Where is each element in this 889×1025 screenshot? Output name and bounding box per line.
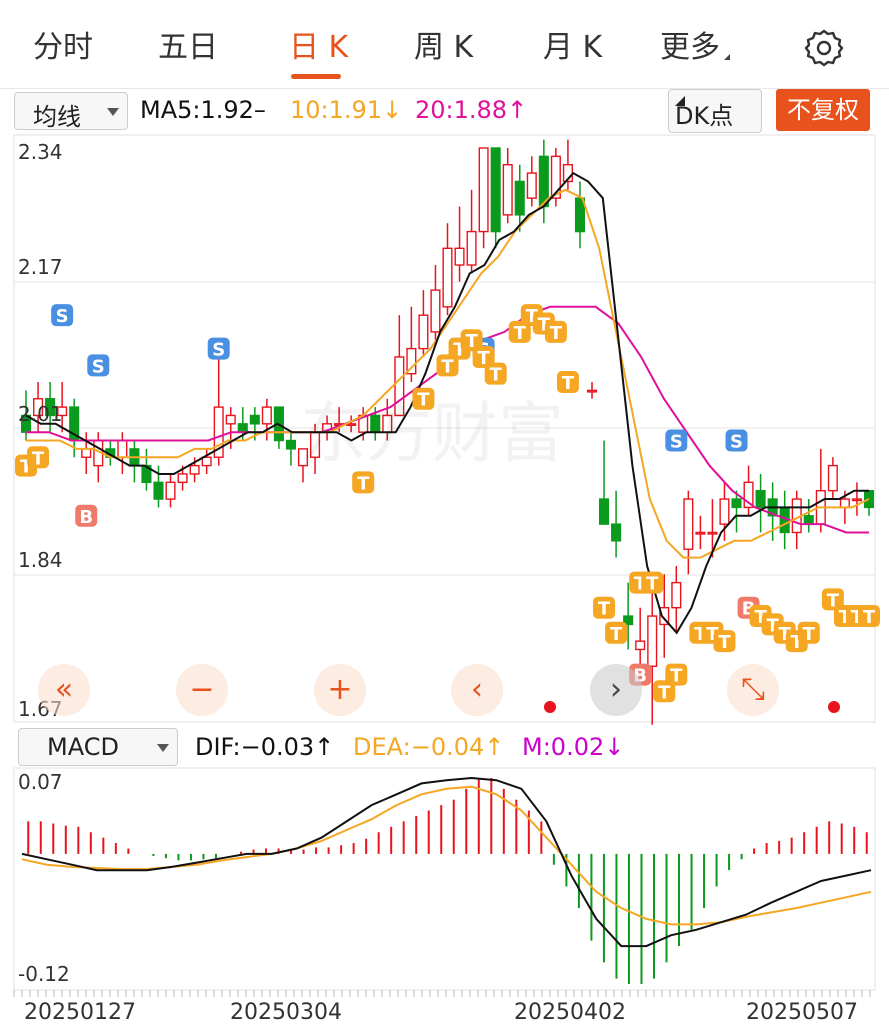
- candle-body: [526, 172, 537, 199]
- date-label: 20250127: [24, 1000, 136, 1025]
- t-marker-label: T: [646, 574, 659, 595]
- date-label: 20250304: [230, 1000, 342, 1025]
- candle-body: [611, 523, 622, 542]
- candle-body: [249, 414, 260, 425]
- t-marker-label: T: [610, 624, 623, 645]
- candle-body: [418, 314, 429, 350]
- kline-chart[interactable]: SSSSSSBBBTTTTTTTTTTTTTTTTTTTTTTTTTTTTTTT…: [0, 0, 889, 1024]
- price-axis-label: 2.17: [18, 255, 63, 279]
- candle-body: [574, 197, 586, 233]
- candle-body: [478, 147, 489, 233]
- candle-body: [514, 180, 525, 216]
- candle-body: [165, 481, 176, 500]
- candle-body: [707, 531, 718, 535]
- candle-body: [466, 230, 477, 266]
- candle-body: [635, 640, 646, 651]
- macd-select[interactable]: MACD: [18, 728, 178, 766]
- candle-body: [803, 515, 814, 525]
- candle-body: [683, 498, 694, 550]
- candle-body: [285, 439, 296, 450]
- scroll-right-button[interactable]: ›: [590, 664, 642, 716]
- macd-dea-value: DEA:−0.04↑: [353, 733, 505, 761]
- t-marker-label: T: [32, 448, 45, 469]
- macd-m-value: M:0.02↓: [522, 733, 625, 761]
- candle-body: [695, 531, 706, 535]
- candle-body: [586, 389, 598, 393]
- candle-body: [839, 498, 850, 509]
- t-marker-label: T: [670, 666, 683, 687]
- candle-body: [189, 464, 200, 475]
- candle-body: [731, 498, 742, 509]
- candle-body: [153, 481, 164, 500]
- t-marker-label: T: [803, 624, 816, 645]
- watermark-text: 东方财富: [300, 395, 564, 472]
- date-label: 20250402: [514, 1000, 626, 1025]
- scroll-far-left-button[interactable]: «: [38, 664, 90, 716]
- candle-body: [225, 414, 236, 425]
- candle-body: [177, 473, 188, 484]
- macd-dif-line: [21, 776, 872, 948]
- candle-body: [490, 147, 501, 233]
- macd-panel-frame: [13, 767, 876, 991]
- candle-body: [237, 423, 248, 433]
- sell-marker-label: S: [212, 340, 225, 361]
- macd-axis-label: 0.07: [18, 770, 63, 794]
- t-marker-label: T: [550, 323, 563, 344]
- candle-body: [201, 456, 212, 467]
- candle-body: [81, 448, 92, 458]
- candle-body: [117, 439, 128, 458]
- candle-body: [430, 289, 441, 333]
- macd-axis-label: -0.12: [18, 962, 70, 986]
- scroll-left-button[interactable]: ‹: [451, 664, 503, 716]
- candle-body: [719, 498, 730, 525]
- zoom-in-button[interactable]: +: [314, 664, 366, 716]
- candle-body: [442, 247, 453, 308]
- notification-dot: [828, 701, 840, 713]
- candle-body: [599, 498, 610, 525]
- date-label: 20250507: [746, 1000, 858, 1025]
- candle-body: [647, 615, 658, 667]
- macd-dea-line: [21, 785, 872, 926]
- price-axis-label: 2.01: [18, 402, 63, 426]
- t-marker-label: T: [863, 607, 876, 628]
- sell-marker-label: S: [730, 432, 743, 453]
- price-axis-label: 2.34: [18, 140, 63, 164]
- t-marker-label: T: [718, 632, 731, 653]
- sell-marker-label: S: [92, 356, 105, 377]
- candle-body: [454, 247, 465, 266]
- zoom-out-button[interactable]: −: [176, 664, 228, 716]
- t-marker-label: T: [598, 599, 611, 620]
- fullscreen-button[interactable]: ⤡: [727, 664, 779, 716]
- sell-marker-label: S: [670, 432, 683, 453]
- sell-marker-label: S: [56, 306, 69, 327]
- notification-dot: [544, 701, 556, 713]
- buy-marker-label: B: [79, 507, 93, 528]
- macd-dif-value: DIF:−0.03↑: [195, 733, 335, 761]
- candle-body: [671, 581, 682, 609]
- candle-body: [827, 464, 838, 492]
- candle-body: [851, 498, 862, 502]
- t-marker-label: T: [357, 473, 370, 494]
- chevron-down-icon: [157, 744, 169, 752]
- macd-select-label: MACD: [47, 733, 119, 761]
- candle-body: [755, 489, 766, 509]
- price-axis-label: 1.84: [18, 548, 63, 572]
- candle-body: [261, 406, 272, 425]
- candle-body: [502, 164, 513, 216]
